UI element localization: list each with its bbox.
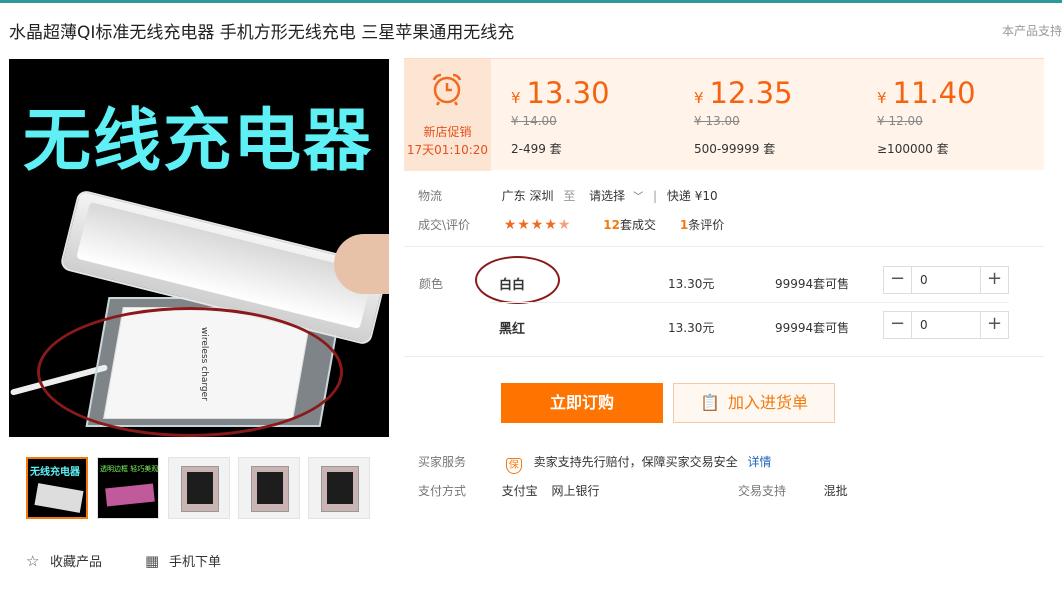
decrease-button[interactable]: − bbox=[884, 267, 912, 293]
tier-price: 13.30 bbox=[526, 76, 610, 110]
thumbnail-4[interactable] bbox=[238, 457, 300, 519]
variant-price: 13.30元 bbox=[668, 321, 715, 335]
currency-symbol: ¥ bbox=[694, 89, 704, 107]
payment-method: 网上银行 bbox=[551, 484, 600, 498]
payment-method: 支付宝 bbox=[501, 484, 538, 498]
quantity-stepper: − 0 + bbox=[883, 266, 1009, 294]
reviews-count[interactable]: 1 bbox=[680, 218, 688, 232]
promo-box: 新店促销 17天01:10:20 bbox=[404, 59, 491, 171]
tier-price: 12.35 bbox=[709, 76, 793, 110]
section-divider bbox=[404, 246, 1044, 247]
annotation-oval bbox=[475, 256, 560, 304]
thumbnail-3-inner bbox=[187, 472, 213, 504]
tier-original-price: ¥ 13.00 bbox=[694, 114, 740, 128]
hand-illustration bbox=[334, 234, 389, 294]
increase-button[interactable]: + bbox=[980, 312, 1008, 338]
favorite-button[interactable]: ☆ 收藏产品 bbox=[26, 551, 102, 570]
trade-value: 混批 bbox=[823, 484, 848, 498]
star-outline-icon: ☆ bbox=[26, 552, 40, 570]
thumbnail-5-inner bbox=[327, 472, 353, 504]
rating-label: 成交\评价 bbox=[418, 218, 471, 232]
price-tier-3: ¥11.40 ¥ 12.00 ≥100000 套 bbox=[877, 76, 976, 157]
top-accent-bar bbox=[0, 0, 1062, 3]
payment-label: 支付方式 bbox=[418, 484, 467, 498]
thumbnail-1-text: 无线充电器 bbox=[30, 467, 80, 478]
row-divider bbox=[490, 302, 1009, 303]
thumbnail-2[interactable]: 透明边框 轻巧美观 bbox=[97, 457, 159, 519]
price-tier-2: ¥12.35 ¥ 13.00 500-99999 套 bbox=[694, 76, 793, 157]
ship-from: 广东 深圳 bbox=[501, 189, 554, 203]
variant-stock: 99994套可售 bbox=[775, 277, 850, 291]
title-right-note: 本产品支持 bbox=[1001, 24, 1062, 38]
price-panel: 新店促销 17天01:10:20 ¥13.30 ¥ 14.00 2-499 套 … bbox=[404, 58, 1044, 171]
deals-unit: 套成交 bbox=[620, 218, 657, 232]
buyer-service-row: 买家服务 保 卖家支持先行赔付，保障买家交易安全 详情 bbox=[418, 453, 772, 474]
mobile-order-button[interactable]: ▦ 手机下单 bbox=[145, 551, 221, 570]
tier-price: 11.40 bbox=[892, 76, 976, 110]
add-to-cart-label: 加入进货单 bbox=[727, 393, 808, 412]
qr-code-icon: ▦ bbox=[145, 552, 160, 570]
currency-symbol: ¥ bbox=[877, 89, 887, 107]
destination-select-label: 请选择 bbox=[589, 189, 626, 203]
thumbnail-3[interactable] bbox=[168, 457, 230, 519]
currency-symbol: ¥ bbox=[511, 89, 521, 107]
chevron-down-icon: ﹀ bbox=[633, 192, 644, 203]
variant-stock: 99994套可售 bbox=[775, 321, 850, 335]
reviews-unit: 条评价 bbox=[688, 218, 725, 232]
clipboard-icon: 📋 bbox=[700, 393, 720, 412]
service-label: 买家服务 bbox=[418, 455, 467, 469]
logistics-label: 物流 bbox=[418, 189, 443, 203]
tier-original-price: ¥ 12.00 bbox=[877, 114, 923, 128]
trade-support-row: 交易支持 混批 bbox=[738, 482, 848, 499]
increase-button[interactable]: + bbox=[980, 267, 1008, 293]
deals-count[interactable]: 12 bbox=[603, 218, 620, 232]
alarm-clock-icon bbox=[432, 73, 462, 106]
separator: | bbox=[653, 189, 658, 203]
mobile-order-label: 手机下单 bbox=[169, 555, 222, 570]
color-label: 颜色 bbox=[419, 277, 444, 291]
rating-row: 成交\评价 ★★★★★ 12套成交 1条评价 bbox=[418, 216, 724, 233]
tier-quantity-range: ≥100000 套 bbox=[877, 142, 949, 156]
main-product-image[interactable]: 无线充电器 wireless charger bbox=[9, 59, 389, 437]
thumbnail-4-inner bbox=[257, 472, 283, 504]
thumbnail-1-phone bbox=[34, 483, 84, 513]
star-rating-icon: ★★★★★ bbox=[503, 217, 572, 233]
trade-label: 交易支持 bbox=[738, 484, 787, 498]
image-headline: 无线充电器 bbox=[23, 102, 374, 181]
variant-name: 黑红 bbox=[499, 322, 526, 337]
thumbnail-1[interactable]: 无线充电器 bbox=[26, 457, 88, 519]
tier-quantity-range: 2-499 套 bbox=[511, 142, 562, 156]
shield-icon: 保 bbox=[505, 458, 522, 474]
tier-original-price: ¥ 14.00 bbox=[511, 114, 557, 128]
quantity-input[interactable]: 0 bbox=[920, 273, 928, 287]
product-title: 水晶超薄QI标准无线充电器 手机方形无线充电 三星苹果通用无线充 bbox=[9, 23, 515, 43]
promo-label: 新店促销 bbox=[423, 125, 472, 139]
to-word: 至 bbox=[563, 189, 576, 203]
quantity-input[interactable]: 0 bbox=[920, 318, 928, 332]
destination-select[interactable]: 请选择 ﹀ bbox=[589, 189, 643, 203]
buy-now-button[interactable]: 立即订购 bbox=[501, 383, 663, 423]
tier-quantity-range: 500-99999 套 bbox=[694, 142, 776, 156]
add-to-cart-button[interactable]: 📋 加入进货单 bbox=[673, 383, 835, 423]
details-link[interactable]: 详情 bbox=[748, 455, 772, 469]
thumbnail-5[interactable] bbox=[308, 457, 370, 519]
payment-row: 支付方式 支付宝 网上银行 bbox=[418, 482, 600, 499]
quantity-stepper: − 0 + bbox=[883, 311, 1009, 339]
favorite-label: 收藏产品 bbox=[50, 555, 103, 570]
service-text: 卖家支持先行赔付，保障买家交易安全 bbox=[533, 455, 738, 469]
variant-price: 13.30元 bbox=[668, 277, 715, 291]
thumbnail-2-phone bbox=[105, 483, 155, 507]
promo-countdown: 17天01:10:20 bbox=[406, 143, 489, 157]
section-divider bbox=[404, 356, 1044, 357]
price-tier-1: ¥13.30 ¥ 14.00 2-499 套 bbox=[511, 76, 610, 157]
decrease-button[interactable]: − bbox=[884, 312, 912, 338]
shipping-fee: 快递 ¥10 bbox=[666, 189, 718, 203]
thumbnail-2-text: 透明边框 轻巧美观 bbox=[100, 465, 159, 473]
annotation-oval bbox=[37, 307, 343, 437]
logistics-row: 物流 广东 深圳 至 请选择 ﹀ | 快递 ¥10 bbox=[418, 187, 718, 204]
